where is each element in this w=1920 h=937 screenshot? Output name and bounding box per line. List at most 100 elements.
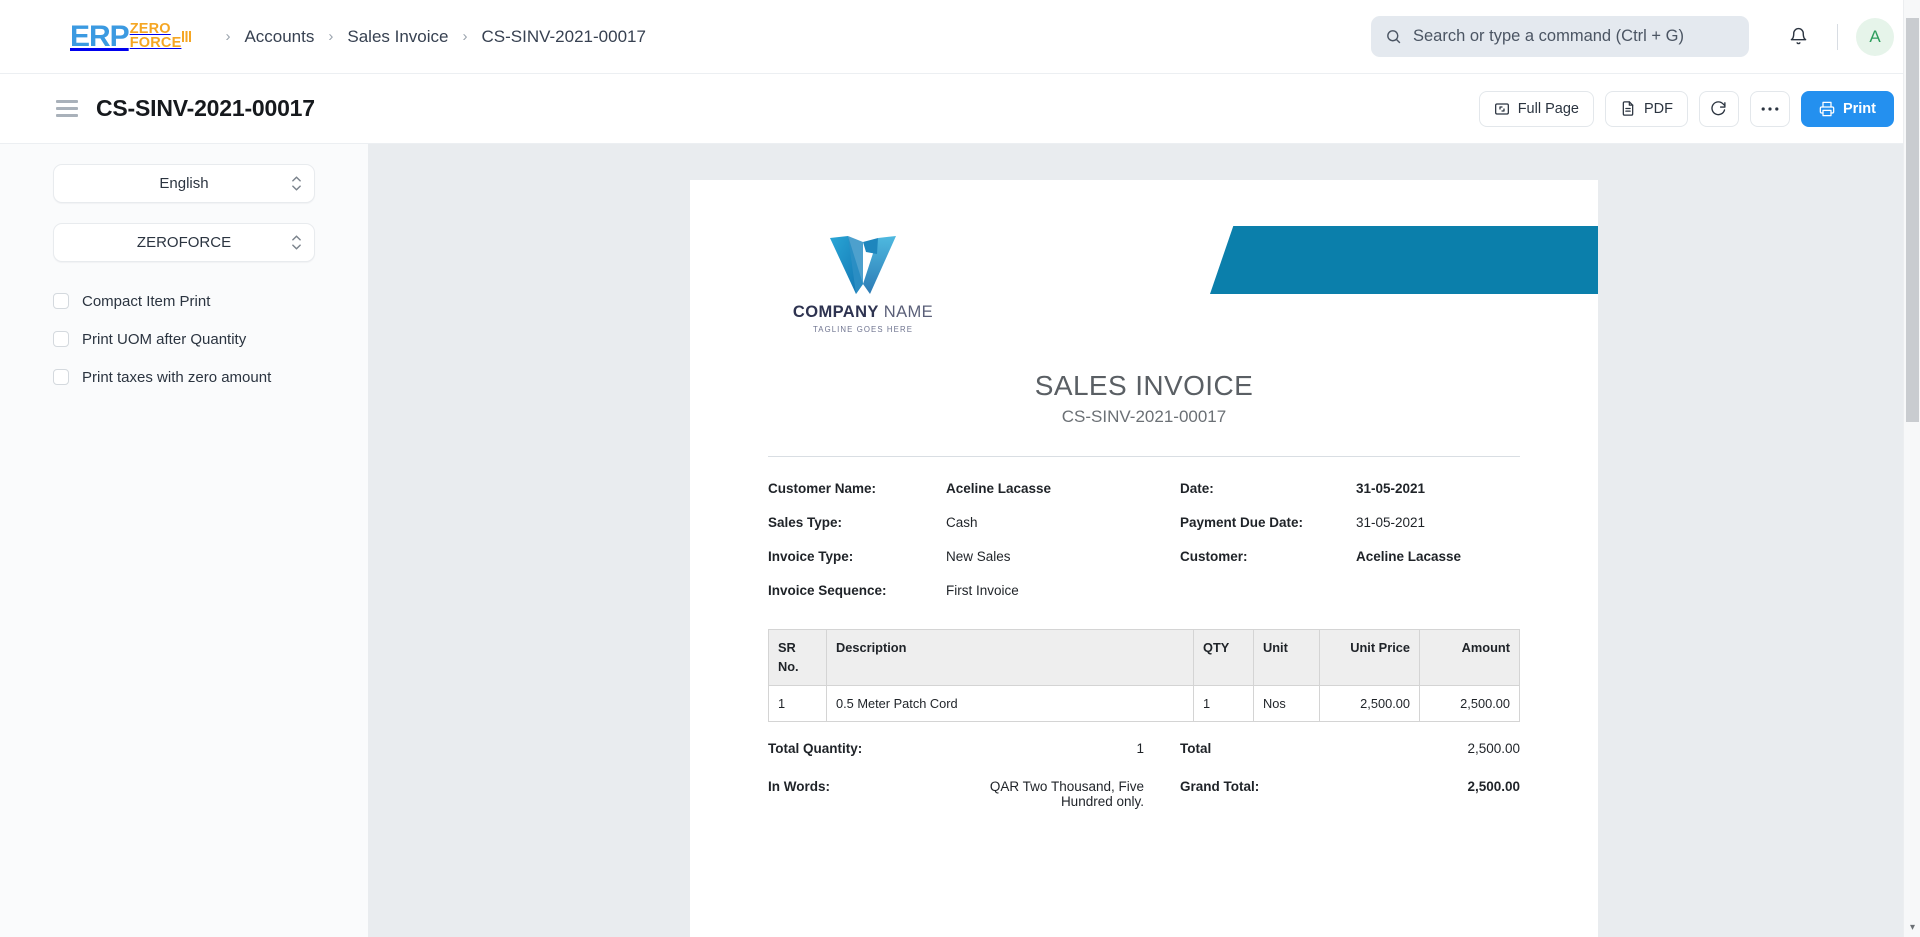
invoice-title: SALES INVOICE bbox=[1034, 370, 1254, 401]
pdf-button[interactable]: PDF bbox=[1604, 90, 1688, 127]
total-row: Total Quantity: 1 bbox=[768, 741, 1144, 756]
col-header-amount: Amount bbox=[1419, 628, 1520, 687]
meta-key: Customer Name: bbox=[768, 481, 877, 496]
company-name-text: COMPANY NAME bbox=[793, 303, 933, 322]
pdf-file-icon bbox=[1622, 101, 1634, 116]
toolbar-actions: Full Page PDF Print bbox=[1478, 90, 1894, 127]
invoice-items-table: SR No. Description QTY Unit Unit Price A… bbox=[768, 628, 1520, 723]
page-scrollbar-thumb[interactable] bbox=[1906, 18, 1919, 422]
meta-value: Cash bbox=[946, 515, 978, 530]
letterhead-banner bbox=[1210, 226, 1598, 294]
total-key: Grand Total: bbox=[1180, 779, 1260, 795]
col-header-sr-no: SR No. bbox=[768, 628, 827, 687]
meta-value: 31-05-2021 bbox=[1356, 515, 1426, 530]
meta-row: Date: 31-05-2021 bbox=[1180, 481, 1520, 496]
checkbox-box[interactable] bbox=[53, 369, 69, 385]
col-header-description: Description bbox=[826, 628, 1194, 687]
search-icon bbox=[1387, 30, 1401, 44]
app-logo[interactable]: ERP ZERO FORCE bbox=[70, 21, 192, 52]
chevron-updown-icon bbox=[292, 176, 301, 191]
cell-unit: Nos bbox=[1253, 685, 1320, 723]
breadcrumb-item-current-doc[interactable]: CS-SINV-2021-00017 bbox=[480, 27, 648, 47]
cell-amount: 2,500.00 bbox=[1419, 685, 1520, 723]
hamburger-bar bbox=[56, 100, 78, 103]
logo-bars-icon bbox=[182, 31, 192, 42]
logo-force-text: FORCE bbox=[129, 34, 182, 51]
language-select[interactable]: English bbox=[53, 164, 315, 203]
print-settings-panel: English ZEROFORCE Compact Item Print Pri… bbox=[0, 144, 368, 937]
checkbox-box[interactable] bbox=[53, 331, 69, 347]
breadcrumb-item-sales-invoice[interactable]: Sales Invoice bbox=[345, 27, 450, 47]
total-key: Total bbox=[1180, 741, 1212, 757]
cell-unit-price: 2,500.00 bbox=[1319, 685, 1420, 723]
checkbox-compact-item-print[interactable]: Compact Item Print bbox=[53, 282, 315, 320]
print-button[interactable]: Print bbox=[1800, 90, 1894, 127]
total-value: QAR Two Thousand, Five Hundred only. bbox=[989, 779, 1144, 810]
checkbox-label: Print taxes with zero amount bbox=[82, 368, 272, 386]
bell-icon bbox=[1790, 27, 1806, 45]
search-input[interactable]: Search or type a command (Ctrl + G) bbox=[1371, 16, 1749, 57]
avatar[interactable]: A bbox=[1856, 17, 1894, 56]
company-logo: COMPANY NAME TAGLINE GOES HERE bbox=[768, 232, 958, 334]
letterhead-select[interactable]: ZEROFORCE bbox=[53, 223, 315, 262]
more-options-button[interactable] bbox=[1749, 90, 1790, 127]
meta-row: Invoice Sequence: First Invoice bbox=[768, 583, 1144, 598]
meta-key: Customer: bbox=[1180, 549, 1248, 564]
col-header-unit: Unit bbox=[1253, 628, 1320, 687]
meta-key: Sales Type: bbox=[768, 515, 843, 530]
page-title: CS-SINV-2021-00017 bbox=[96, 95, 315, 121]
invoice-meta: Customer Name: Aceline Lacasse Sales Typ… bbox=[768, 481, 1520, 598]
cell-qty: 1 bbox=[1193, 685, 1254, 723]
sidebar-toggle-icon[interactable] bbox=[56, 100, 78, 117]
language-select-value: English bbox=[159, 175, 209, 192]
hamburger-bar bbox=[56, 107, 78, 110]
breadcrumb-separator-icon: › bbox=[462, 28, 468, 45]
items-table-head: SR No. Description QTY Unit Unit Price A… bbox=[768, 628, 1520, 687]
checkbox-print-taxes-with-zero-amount[interactable]: Print taxes with zero amount bbox=[53, 358, 315, 396]
meta-value: Aceline Lacasse bbox=[1356, 549, 1462, 564]
navbar-divider bbox=[1837, 23, 1838, 50]
col-header-unit-price: Unit Price bbox=[1319, 628, 1420, 687]
checkbox-box[interactable] bbox=[53, 293, 69, 309]
full-page-label: Full Page bbox=[1517, 100, 1579, 117]
breadcrumb-item-accounts[interactable]: Accounts bbox=[242, 27, 316, 47]
meta-row: Customer: Aceline Lacasse bbox=[1180, 549, 1520, 564]
meta-row: Payment Due Date: 31-05-2021 bbox=[1180, 515, 1520, 530]
notifications-button[interactable] bbox=[1777, 16, 1819, 58]
title-divider bbox=[768, 456, 1520, 457]
totals-left: Total Quantity: 1 In Words: QAR Two Thou… bbox=[768, 741, 1144, 832]
refresh-button[interactable] bbox=[1698, 90, 1739, 127]
refresh-icon bbox=[1711, 101, 1727, 116]
avatar-initial: A bbox=[1869, 26, 1881, 46]
scroll-down-arrow-icon[interactable]: ▾ bbox=[1904, 922, 1920, 933]
total-value: 2,500.00 bbox=[1467, 741, 1520, 757]
meta-key: Invoice Sequence: bbox=[768, 583, 887, 598]
invoice-title-block: SALES INVOICE CS-SINV-2021-00017 bbox=[690, 370, 1598, 427]
checkbox-print-uom-after-quantity[interactable]: Print UOM after Quantity bbox=[53, 320, 315, 358]
top-navbar: ERP ZERO FORCE › Accounts › Sales Invoic… bbox=[0, 0, 1920, 74]
meta-row: Sales Type: Cash bbox=[768, 515, 1144, 530]
page-scrollbar[interactable]: ▾ bbox=[1903, 0, 1920, 937]
total-row: Grand Total: 2,500.00 bbox=[1180, 779, 1520, 794]
full-page-icon bbox=[1494, 102, 1509, 115]
meta-value: New Sales bbox=[946, 549, 1011, 564]
invoice-meta-right: Date: 31-05-2021 Payment Due Date: 31-05… bbox=[1144, 481, 1520, 598]
breadcrumb: › Accounts › Sales Invoice › CS-SINV-202… bbox=[213, 27, 648, 47]
hamburger-bar bbox=[56, 114, 78, 117]
meta-row: Customer Name: Aceline Lacasse bbox=[768, 481, 1144, 496]
col-header-qty: QTY bbox=[1193, 628, 1254, 687]
meta-key: Invoice Type: bbox=[768, 549, 854, 564]
breadcrumb-separator-icon: › bbox=[225, 28, 231, 45]
full-page-button[interactable]: Full Page bbox=[1478, 90, 1594, 127]
checkbox-label: Print UOM after Quantity bbox=[82, 330, 247, 348]
meta-row: Invoice Type: New Sales bbox=[768, 549, 1144, 564]
table-row: 1 0.5 Meter Patch Cord 1 Nos 2,500.00 2,… bbox=[768, 685, 1520, 723]
print-label: Print bbox=[1842, 100, 1876, 117]
total-key: In Words: bbox=[768, 779, 830, 795]
company-v-logo-icon bbox=[830, 236, 896, 294]
breadcrumb-separator-icon: › bbox=[328, 28, 334, 45]
workspace: English ZEROFORCE Compact Item Print Pri… bbox=[0, 144, 1920, 937]
cell-description: 0.5 Meter Patch Cord bbox=[826, 685, 1194, 723]
invoice-number: CS-SINV-2021-00017 bbox=[1061, 407, 1227, 426]
total-value: 1 bbox=[1136, 741, 1144, 757]
